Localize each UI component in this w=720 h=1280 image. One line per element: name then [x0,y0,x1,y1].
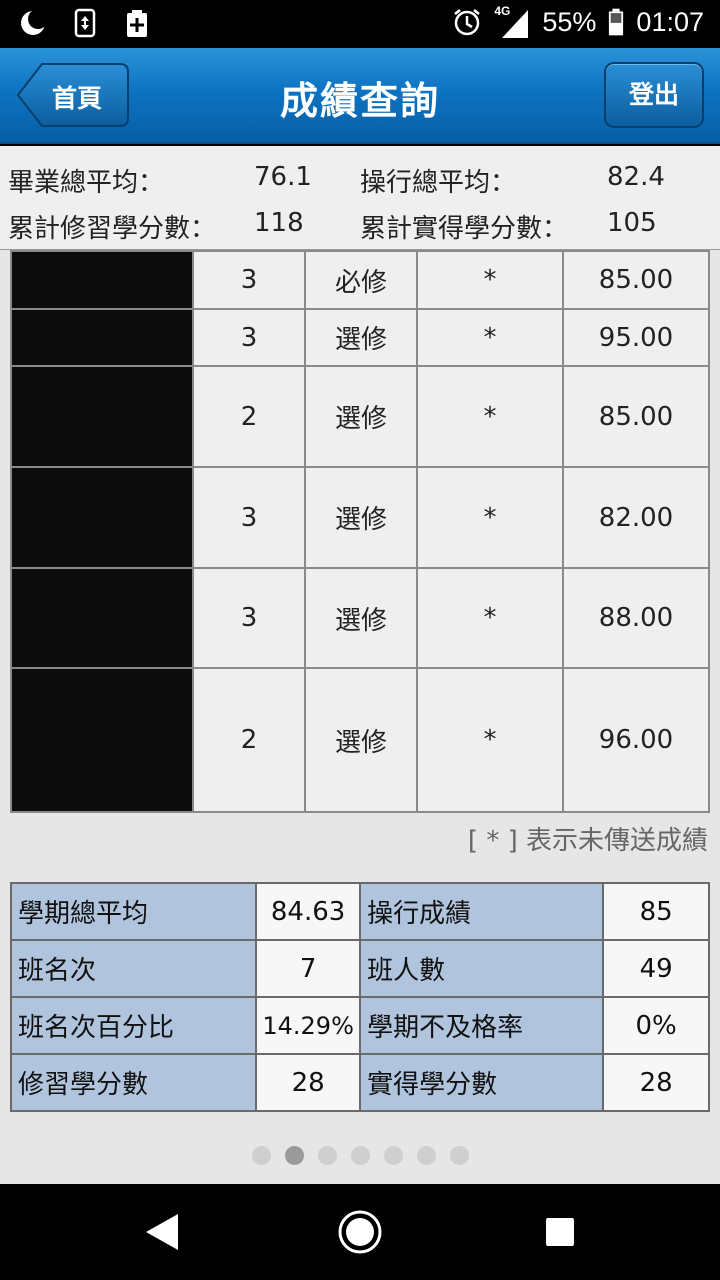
stat-label: 實得學分數 [359,1053,605,1112]
moon-icon [21,9,48,35]
redaction-scribble [13,253,191,307]
stat-label: 學期不及格率 [359,996,605,1055]
page-dot[interactable] [284,1146,304,1165]
course-mark: * [416,667,564,813]
table-row: 2 選修 * 85.00 [10,365,710,468]
course-name-redacted [10,250,194,310]
home-circle-icon[interactable] [336,1208,384,1256]
course-credits: 2 [192,667,306,813]
course-table: 3 必修 * 85.00 3 選修 * 95.00 2 選修 * 85.00 3… [10,250,710,813]
stat-value: 28 [602,1053,710,1112]
screen-rotate-icon [74,8,96,38]
scroll-content[interactable]: 3 必修 * 85.00 3 選修 * 95.00 2 選修 * 85.00 3… [0,250,720,1184]
credits-earned-value: 105 [607,208,657,238]
redaction-scribble [13,368,191,465]
redaction-scribble [13,670,191,810]
course-mark: * [416,365,564,468]
recents-square-icon[interactable] [536,1208,584,1256]
course-type: 選修 [304,667,418,813]
signal-icon: 4G [494,4,530,38]
course-type: 選修 [304,365,418,468]
redaction-scribble [13,570,191,666]
stat-value: 7 [255,939,362,998]
stat-value: 14.29% [255,996,362,1055]
course-name-redacted [10,667,194,813]
course-type: 選修 [304,567,418,669]
course-score: 88.00 [562,567,710,669]
course-score: 82.00 [562,466,710,569]
course-type: 選修 [304,308,418,367]
table-row: 3 選修 * 88.00 [10,567,710,669]
battery-icon [609,8,624,36]
app-header: 首頁 成績查詢 登出 [0,48,720,144]
battery-plus-icon [127,10,147,37]
system-nav-bar [0,1184,720,1280]
course-score: 96.00 [562,667,710,813]
course-credits: 3 [192,250,306,310]
redaction-scribble [13,311,191,364]
stat-value: 28 [255,1053,362,1112]
status-bar: 4G 55% 01:07 [0,0,720,48]
table-row: 3 選修 * 95.00 [10,308,710,367]
stat-label: 學期總平均 [9,882,258,941]
battery-percent: 55% [542,6,597,37]
table-row: 3 必修 * 85.00 [10,250,710,310]
course-name-redacted [10,365,194,468]
course-score: 95.00 [562,308,710,367]
course-name-redacted [10,466,194,569]
course-type: 選修 [304,466,418,569]
stat-label: 操行成績 [359,882,605,941]
table-row: 2 選修 * 96.00 [10,667,710,813]
grad-avg-value: 76.1 [254,162,312,192]
course-credits: 3 [192,308,306,367]
page-dot[interactable] [350,1146,370,1165]
clock: 01:07 [636,6,704,37]
page-dot[interactable] [317,1146,337,1165]
page-dot[interactable] [449,1146,469,1165]
course-credits: 3 [192,567,306,669]
course-name-redacted [10,308,194,367]
redaction-scribble [13,469,191,566]
credits-taken-value: 118 [254,208,304,238]
stat-label: 班名次百分比 [9,996,258,1055]
back-triangle-icon[interactable] [138,1208,186,1256]
stats-row: 學期總平均 84.63 操行成績 85 [9,882,710,941]
course-credits: 2 [192,365,306,468]
stats-row: 修習學分數 28 實得學分數 28 [9,1053,710,1112]
semester-stats-table: 學期總平均 84.63 操行成績 85 班名次 7 班人數 49 班名次百分比 … [9,882,710,1112]
page-dot[interactable] [416,1146,436,1165]
unsent-grade-note: [ * ] 表示未傳送成績 [467,826,708,856]
page-dot[interactable] [251,1146,271,1165]
alarm-icon [454,9,481,36]
page-indicator [0,1146,720,1165]
stat-value: 49 [602,939,710,998]
stats-row: 班名次 7 班人數 49 [9,939,710,998]
course-credits: 3 [192,466,306,569]
stats-row: 班名次百分比 14.29% 學期不及格率 0% [9,996,710,1055]
course-mark: * [416,567,564,669]
stat-value: 0% [602,996,710,1055]
page-dot[interactable] [383,1146,403,1165]
grad-avg-label: 畢業總平均： [8,168,165,198]
course-mark: * [416,466,564,569]
stat-label: 班人數 [359,939,605,998]
conduct-avg-value: 82.4 [607,162,665,192]
course-name-redacted [10,567,194,669]
course-mark: * [416,308,564,367]
course-type: 必修 [304,250,418,310]
table-row: 3 選修 * 82.00 [10,466,710,569]
credits-earned-label: 累計實得學分數： [360,214,569,244]
course-mark: * [416,250,564,310]
credits-taken-label: 累計修習學分數： [8,214,217,244]
stat-label: 修習學分數 [9,1053,258,1112]
course-score: 85.00 [562,250,710,310]
stat-label: 班名次 [9,939,258,998]
conduct-avg-label: 操行總平均： [360,168,517,198]
course-score: 85.00 [562,365,710,468]
stat-value: 84.63 [255,882,362,941]
cumulative-summary: 畢業總平均： 76.1 操行總平均： 82.4 累計修習學分數： 118 累計實… [0,146,720,250]
stat-value: 85 [602,882,710,941]
logout-button[interactable]: 登出 [604,62,704,128]
